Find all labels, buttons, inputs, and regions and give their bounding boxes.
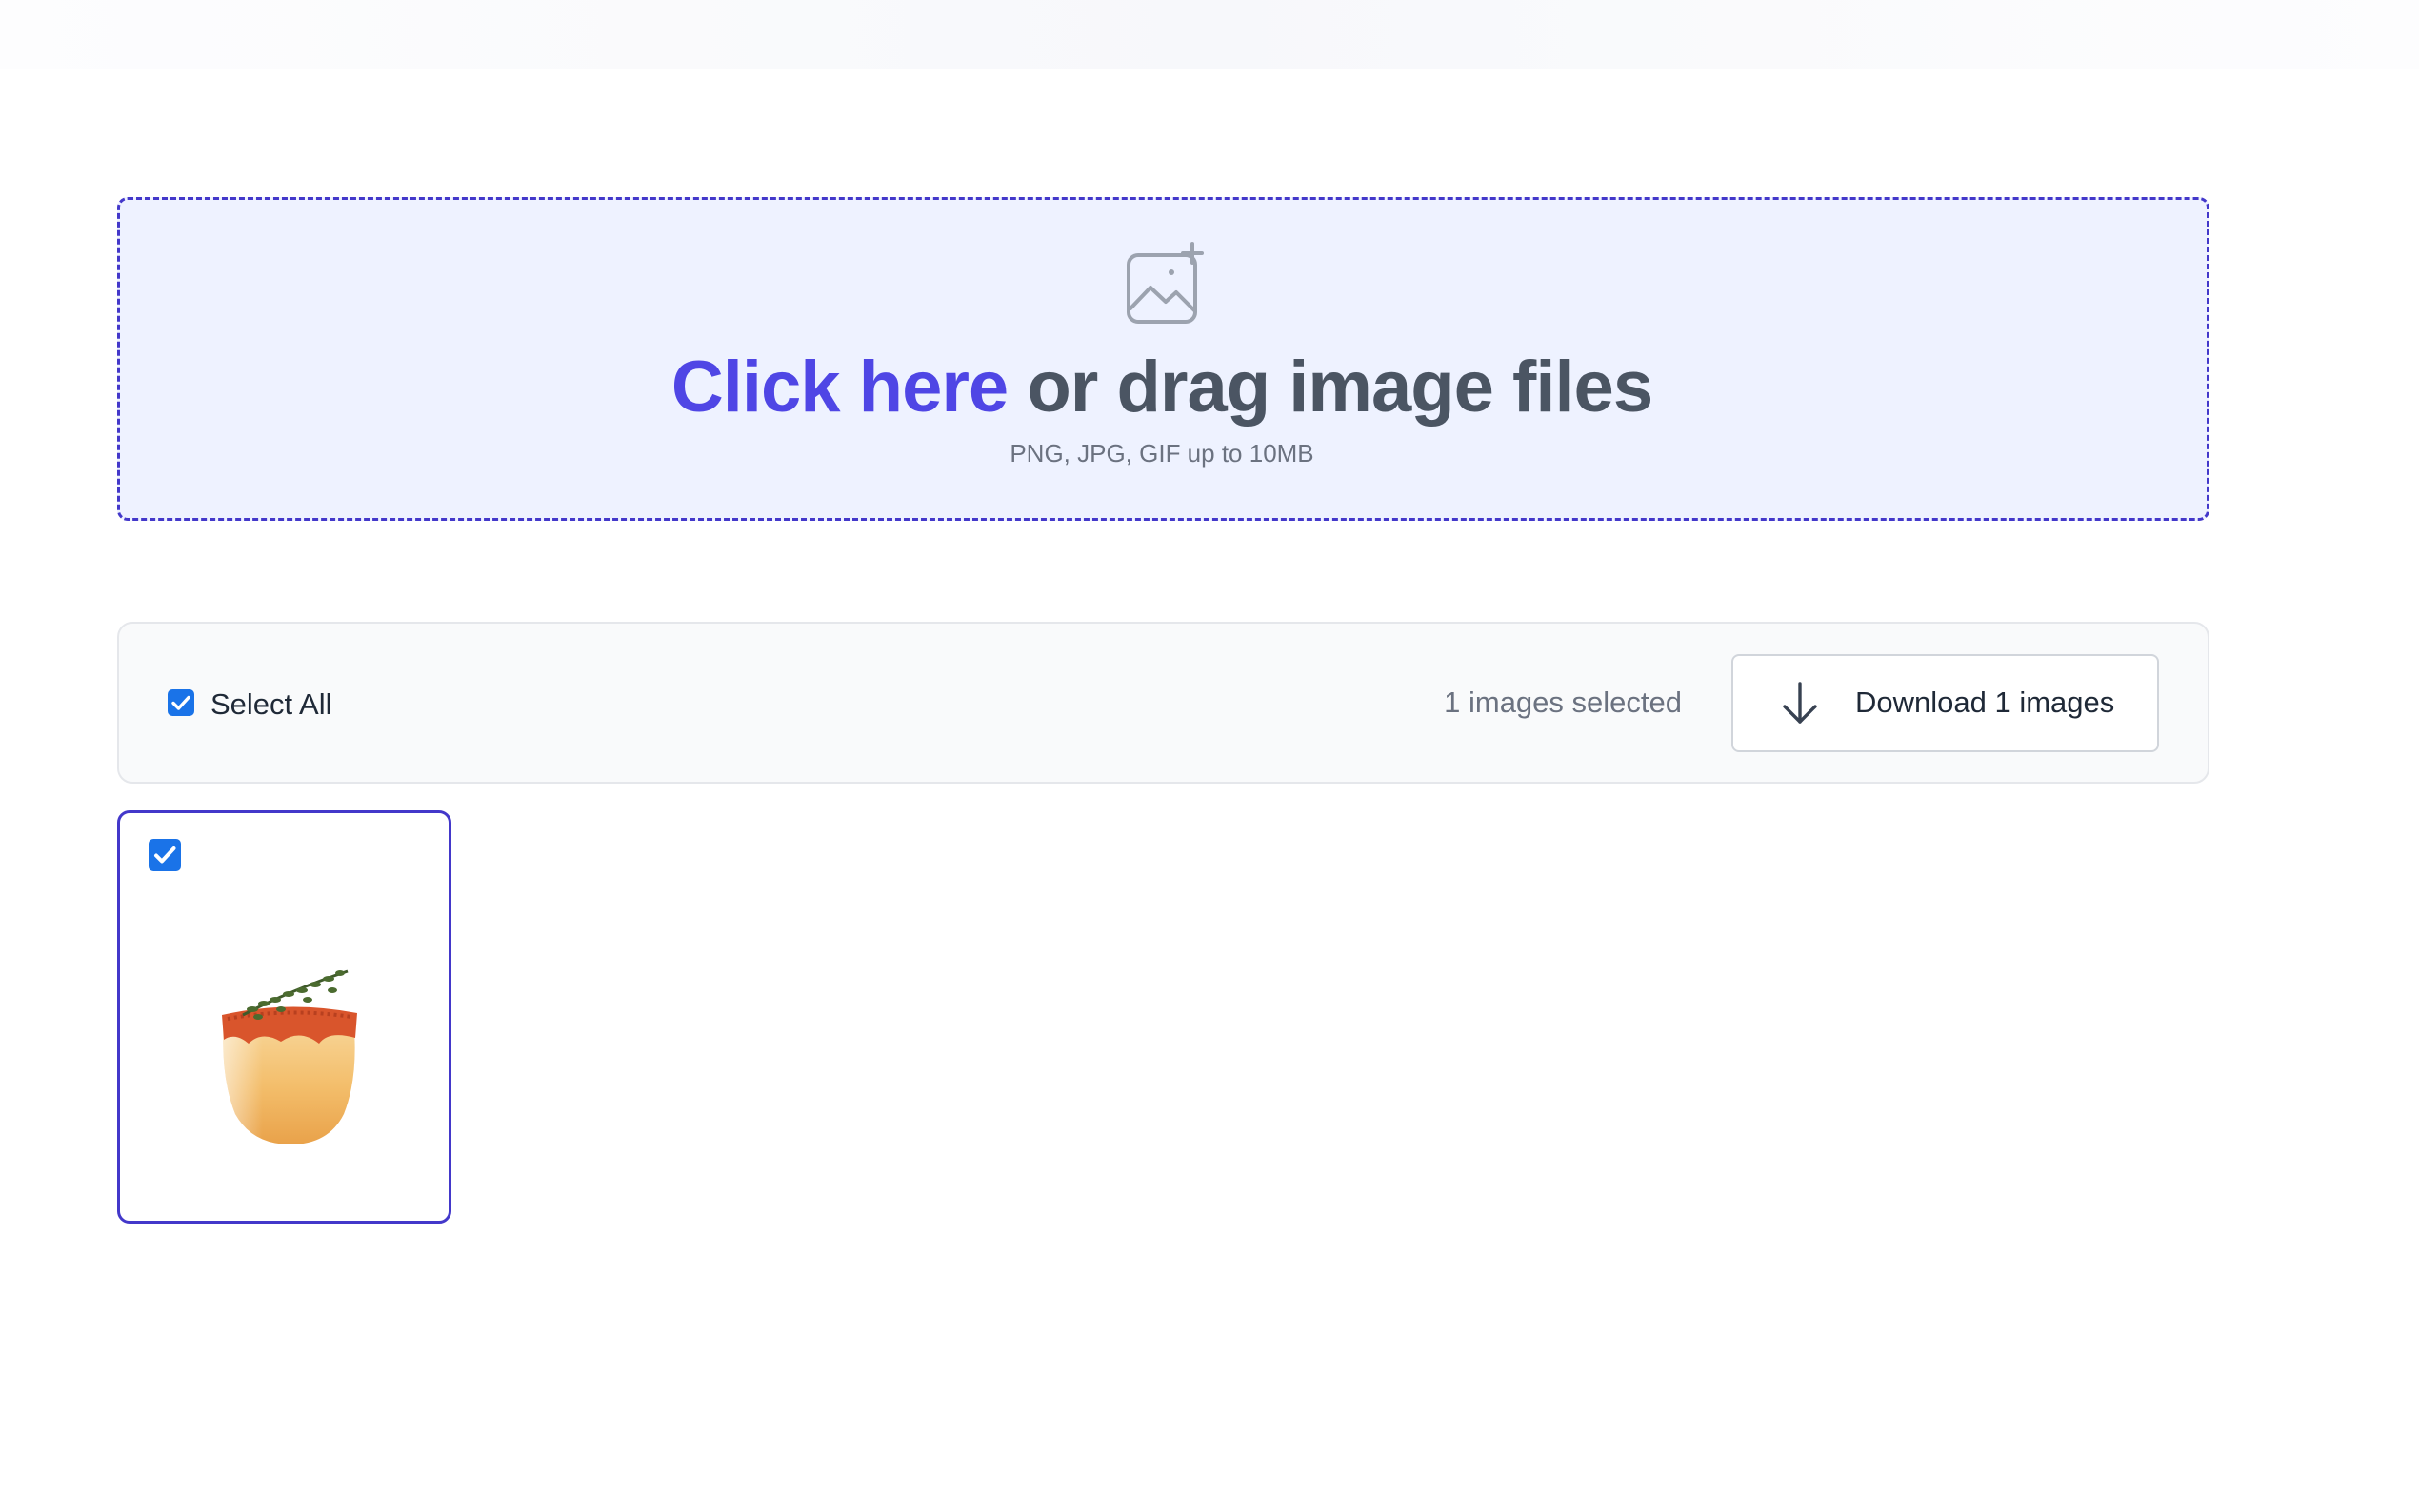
download-button-label: Download 1 images	[1855, 686, 2115, 719]
top-header-band	[0, 0, 2419, 69]
cocktail-thumbnail	[222, 969, 357, 1144]
image-select-checkbox[interactable]	[149, 839, 181, 871]
checkmark-icon	[154, 846, 176, 864]
arrow-down-icon	[1783, 682, 1817, 724]
dropzone-hint: PNG, JPG, GIF up to 10MB	[1010, 439, 1314, 468]
click-here-link[interactable]: Click here	[671, 347, 1009, 428]
dropzone-title: Click here or drag image files	[0, 345, 2324, 430]
select-all-checkbox[interactable]	[168, 689, 194, 716]
image-plus-icon	[1127, 242, 1204, 324]
select-all-label[interactable]: Select All	[210, 686, 332, 724]
selected-count-text: 1 images selected	[1444, 686, 1682, 719]
checkmark-icon	[171, 695, 190, 710]
drag-files-text: or drag image files	[1027, 347, 1653, 428]
